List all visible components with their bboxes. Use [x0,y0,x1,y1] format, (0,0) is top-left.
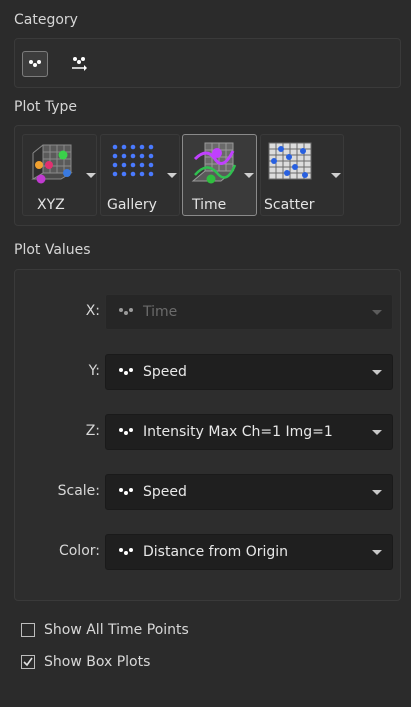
plot-type-gallery-label: Gallery [107,197,157,213]
spots-icon [119,368,133,375]
spots-category-icon [29,60,41,67]
gallery-dropdown-arrow-icon[interactable] [167,173,177,178]
time-dropdown-arrow-icon[interactable] [244,173,254,178]
color-value: Distance from Origin [143,544,289,560]
spots-icon [119,428,133,435]
xyz-plot-icon [31,144,73,184]
x-axis-label: X: [85,303,100,319]
plot-type-title: Plot Type [14,99,77,115]
chevron-down-icon [372,370,382,375]
spots-icon [119,308,133,315]
scatter-plot-icon [268,142,312,180]
chevron-down-icon [372,310,382,315]
plot-type-xyz-button[interactable]: XYZ [22,134,97,216]
color-combo[interactable]: Distance from Origin [105,534,393,570]
color-label: Color: [58,543,100,559]
scale-label: Scale: [57,483,100,499]
z-axis-value: Intensity Max Ch=1 Img=1 [143,424,333,440]
tracks-category-icon [72,57,87,71]
x-axis-combo[interactable]: Time [105,294,393,330]
plot-type-time-label: Time [192,197,227,213]
scatter-dropdown-arrow-icon[interactable] [331,173,341,178]
show-all-time-points-label: Show All Time Points [44,622,189,638]
show-all-time-points-checkbox[interactable] [21,623,35,637]
show-box-plots-checkbox[interactable] [21,655,35,669]
plot-type-time-button[interactable]: Time [182,134,257,216]
scale-value: Speed [143,484,187,500]
plot-type-scatter-label: Scatter [264,197,315,213]
plot-type-scatter-button[interactable]: Scatter [260,134,344,216]
x-axis-value: Time [143,304,178,320]
xyz-dropdown-arrow-icon[interactable] [86,173,96,178]
y-axis-combo[interactable]: Speed [105,354,393,390]
y-axis-label: Y: [88,363,100,379]
show-box-plots-checkbox-row[interactable]: Show Box Plots [21,653,150,671]
chevron-down-icon [372,550,382,555]
category-spots-button[interactable] [22,51,48,77]
chevron-down-icon [372,430,382,435]
spots-icon [119,488,133,495]
plot-type-xyz-label: XYZ [37,197,65,213]
show-all-time-points-checkbox-row[interactable]: Show All Time Points [21,621,189,639]
z-axis-label: Z: [85,423,100,439]
spots-icon [119,548,133,555]
time-plot-icon [191,142,237,184]
z-axis-combo[interactable]: Intensity Max Ch=1 Img=1 [105,414,393,450]
show-box-plots-label: Show Box Plots [44,654,151,670]
chevron-down-icon [372,490,382,495]
scale-combo[interactable]: Speed [105,474,393,510]
category-title: Category [14,12,78,28]
y-axis-value: Speed [143,364,187,380]
category-tracks-button[interactable] [66,51,92,77]
checkmark-icon [23,657,33,667]
gallery-plot-icon [112,144,154,177]
plot-values-title: Plot Values [14,242,91,258]
plot-type-gallery-button[interactable]: Gallery [100,134,180,216]
